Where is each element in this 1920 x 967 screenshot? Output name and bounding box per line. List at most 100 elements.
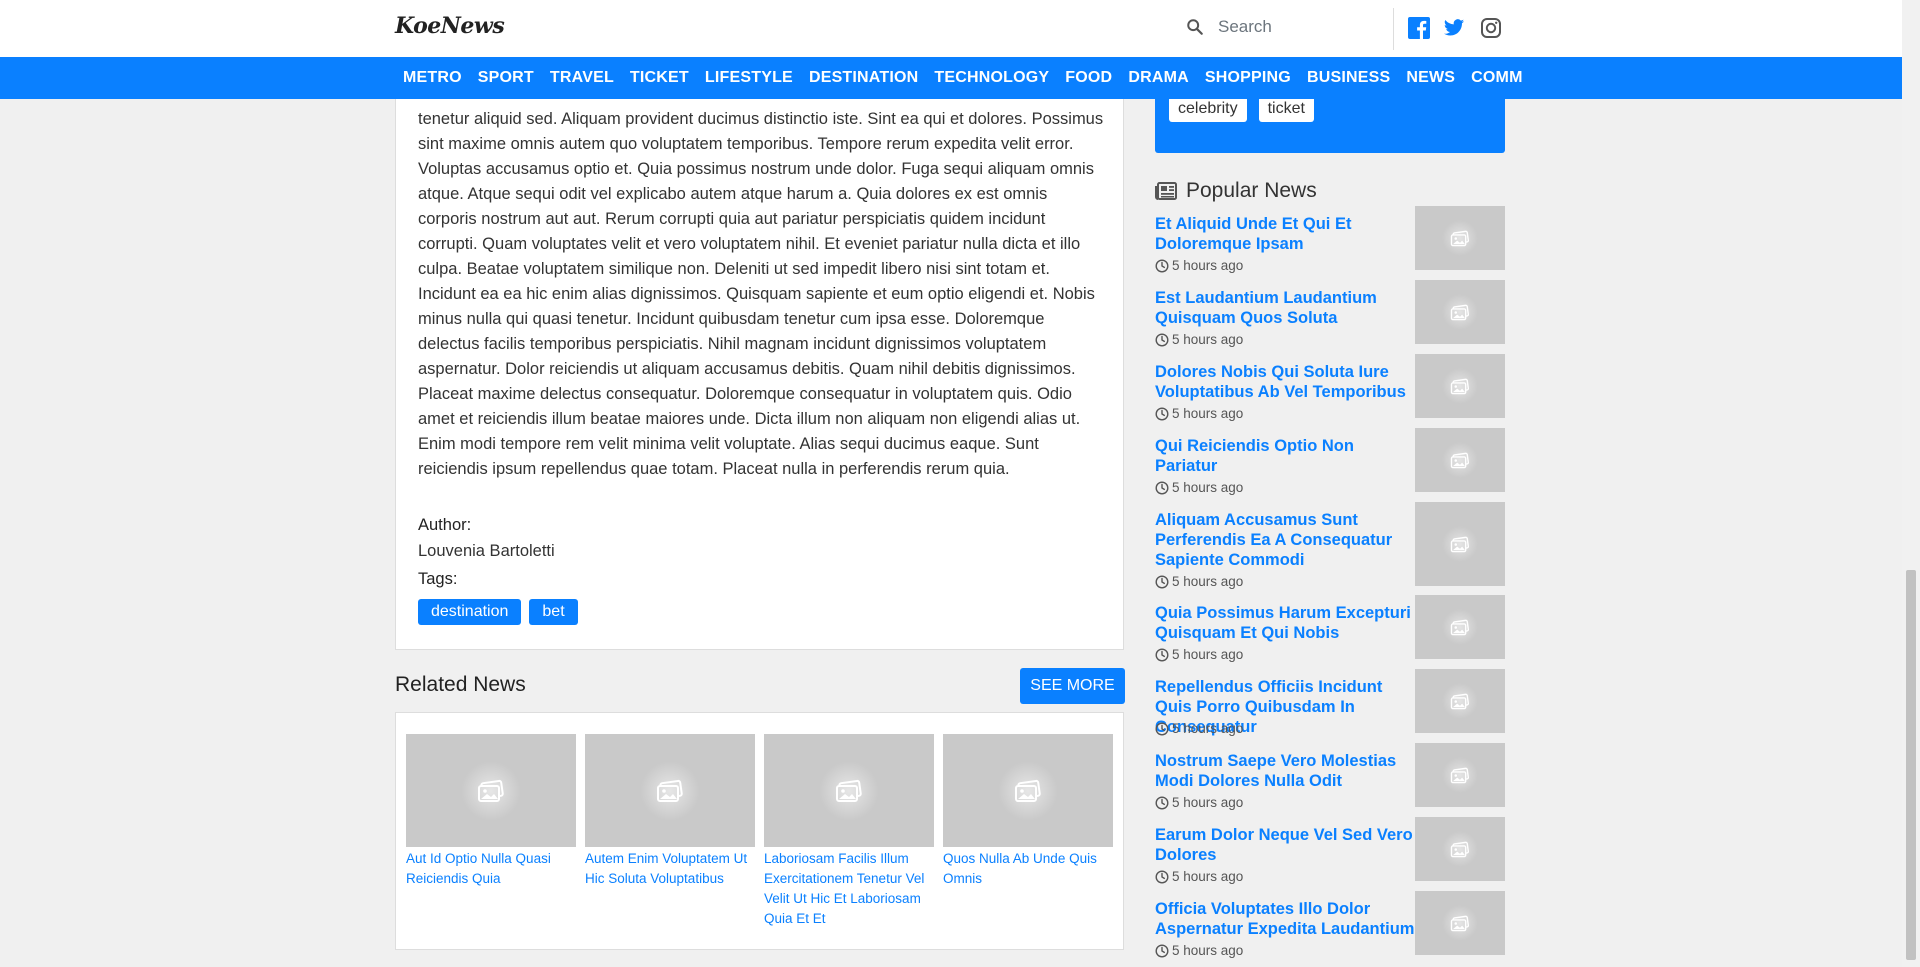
nav-item-destination[interactable]: Destination	[801, 69, 926, 87]
popular-news-time: 5 hours ago	[1155, 332, 1243, 347]
article-card: tenetur aliquid sed. Aliquam provident d…	[395, 60, 1124, 650]
image-placeholder[interactable]	[585, 734, 755, 847]
clock-icon	[1155, 647, 1169, 662]
site-header: KoeNews	[0, 0, 1902, 57]
related-item[interactable]: Aut Id Optio Nulla Quasi Reiciendis Quia	[406, 734, 576, 889]
article-body: tenetur aliquid sed. Aliquam provident d…	[418, 110, 1104, 478]
clock-icon	[1155, 480, 1169, 495]
image-placeholder[interactable]	[1415, 428, 1505, 492]
popular-news-link[interactable]: Dolores Nobis Qui Soluta Iure Voluptatib…	[1155, 362, 1415, 402]
search-input[interactable]	[1216, 16, 1390, 38]
nav-item-travel[interactable]: Travel	[542, 69, 622, 87]
nav-item-lifestyle[interactable]: Lifestyle	[697, 69, 801, 87]
image-placeholder[interactable]	[764, 734, 934, 847]
image-placeholder[interactable]	[943, 734, 1113, 847]
time-text: 5 hours ago	[1172, 721, 1244, 736]
time-text: 5 hours ago	[1172, 795, 1244, 810]
image-placeholder[interactable]	[406, 734, 576, 847]
image-placeholder[interactable]	[1415, 354, 1505, 418]
nav-item-news[interactable]: News	[1398, 69, 1463, 87]
popular-news-time: 5 hours ago	[1155, 574, 1243, 589]
main-nav: Metro Sport Travel Ticket Lifestyle Destinati…	[0, 57, 1902, 99]
nav-item-shopping[interactable]: Shopping	[1197, 69, 1299, 87]
newspaper-icon	[1155, 182, 1177, 200]
popular-news-time: 5 hours ago	[1155, 795, 1243, 810]
time-text: 5 hours ago	[1172, 869, 1244, 884]
popular-news-link[interactable]: Earum Dolor Neque Vel Sed Vero Dolores	[1155, 825, 1415, 865]
clock-icon	[1155, 795, 1169, 810]
clock-icon	[1155, 332, 1169, 347]
image-placeholder[interactable]	[1415, 817, 1505, 881]
related-item-link[interactable]: Aut Id Optio Nulla Quasi Reiciendis Quia	[406, 849, 576, 889]
clock-icon	[1155, 406, 1169, 421]
nav-item-food[interactable]: Food	[1057, 69, 1120, 87]
popular-news-time: 5 hours ago	[1155, 406, 1243, 421]
clock-icon	[1155, 574, 1169, 589]
author-label: Author:	[418, 516, 472, 534]
image-placeholder[interactable]	[1415, 743, 1505, 807]
facebook-icon[interactable]	[1408, 17, 1430, 39]
nav-item-sport[interactable]: Sport	[470, 69, 542, 87]
nav-item-technology[interactable]: Technology	[926, 69, 1057, 87]
tag-ticket[interactable]: ticket	[1258, 96, 1314, 122]
popular-news-heading: Popular News	[1155, 179, 1317, 203]
related-item-link[interactable]: Laboriosam Facilis Illum Exercitationem …	[764, 849, 934, 929]
time-text: 5 hours ago	[1172, 480, 1244, 495]
nav-item-community[interactable]: Community	[1463, 69, 1523, 87]
nav-item-ticket[interactable]: Ticket	[622, 69, 697, 87]
popular-news-link[interactable]: Quia Possimus Harum Excepturi Quisquam E…	[1155, 603, 1415, 643]
twitter-icon[interactable]	[1443, 17, 1465, 39]
popular-news-link[interactable]: Officia Voluptates Illo Dolor Aspernatur…	[1155, 899, 1415, 939]
nav-item-business[interactable]: Business	[1299, 69, 1398, 87]
time-text: 5 hours ago	[1172, 406, 1244, 421]
time-text: 5 hours ago	[1172, 647, 1244, 662]
tags-label: Tags:	[418, 570, 458, 588]
search-box[interactable]	[1180, 6, 1390, 48]
related-news-title: Related News	[395, 673, 526, 696]
clock-icon	[1155, 258, 1169, 273]
image-placeholder[interactable]	[1415, 502, 1505, 586]
time-text: 5 hours ago	[1172, 943, 1244, 958]
nav-list: Metro Sport Travel Ticket Lifestyle Destinati…	[395, 57, 1523, 99]
nav-item-drama[interactable]: Drama	[1120, 69, 1197, 87]
related-news-list: Aut Id Optio Nulla Quasi Reiciendis Quia…	[395, 712, 1124, 950]
clock-icon	[1155, 869, 1169, 884]
clock-icon	[1155, 721, 1169, 736]
tag-bet[interactable]: bet	[529, 599, 578, 625]
time-text: 5 hours ago	[1172, 332, 1244, 347]
related-item-link[interactable]: Quos Nulla Ab Unde Quis Omnis	[943, 849, 1113, 889]
popular-news-link[interactable]: Aliquam Accusamus Sunt Perferendis Ea A …	[1155, 510, 1415, 570]
image-placeholder[interactable]	[1415, 891, 1505, 955]
image-placeholder[interactable]	[1415, 595, 1505, 659]
image-placeholder[interactable]	[1415, 280, 1505, 344]
site-logo[interactable]: KoeNews	[395, 13, 505, 39]
popular-news-time: 5 hours ago	[1155, 480, 1243, 495]
see-more-button[interactable]: SEE MORE	[1020, 668, 1125, 704]
popular-news-time: 5 hours ago	[1155, 869, 1243, 884]
popular-news-link[interactable]: Et Aliquid Unde Et Qui Et Doloremque Ips…	[1155, 214, 1415, 254]
popular-news-title: Popular News	[1186, 179, 1317, 202]
instagram-icon[interactable]	[1480, 17, 1502, 39]
popular-news-time: 5 hours ago	[1155, 721, 1243, 736]
related-item[interactable]: Quos Nulla Ab Unde Quis Omnis	[943, 734, 1113, 889]
page-scrollbar[interactable]	[1902, 0, 1920, 967]
sidebar-tags: celebrity ticket	[1169, 96, 1314, 122]
image-placeholder[interactable]	[1415, 669, 1505, 733]
clock-icon	[1155, 943, 1169, 958]
related-item[interactable]: Autem Enim Voluptatem Ut Hic Soluta Volu…	[585, 734, 755, 889]
popular-news-time: 5 hours ago	[1155, 258, 1243, 273]
header-divider	[1393, 8, 1394, 50]
tag-celebrity[interactable]: celebrity	[1169, 96, 1247, 122]
scrollbar-thumb[interactable]	[1906, 570, 1916, 960]
time-text: 5 hours ago	[1172, 574, 1244, 589]
tag-destination[interactable]: destination	[418, 599, 522, 625]
image-placeholder[interactable]	[1415, 206, 1505, 270]
popular-news-link[interactable]: Est Laudantium Laudantium Quisquam Quos …	[1155, 288, 1415, 328]
nav-item-metro[interactable]: Metro	[395, 69, 470, 87]
related-item[interactable]: Laboriosam Facilis Illum Exercitationem …	[764, 734, 934, 929]
related-item-link[interactable]: Autem Enim Voluptatem Ut Hic Soluta Volu…	[585, 849, 755, 889]
author-name: Louvenia Bartoletti	[418, 542, 555, 560]
popular-news-link[interactable]: Nostrum Saepe Vero Molestias Modi Dolore…	[1155, 751, 1415, 791]
popular-news-link[interactable]: Qui Reiciendis Optio Non Pariatur	[1155, 436, 1415, 476]
search-icon	[1187, 19, 1203, 35]
